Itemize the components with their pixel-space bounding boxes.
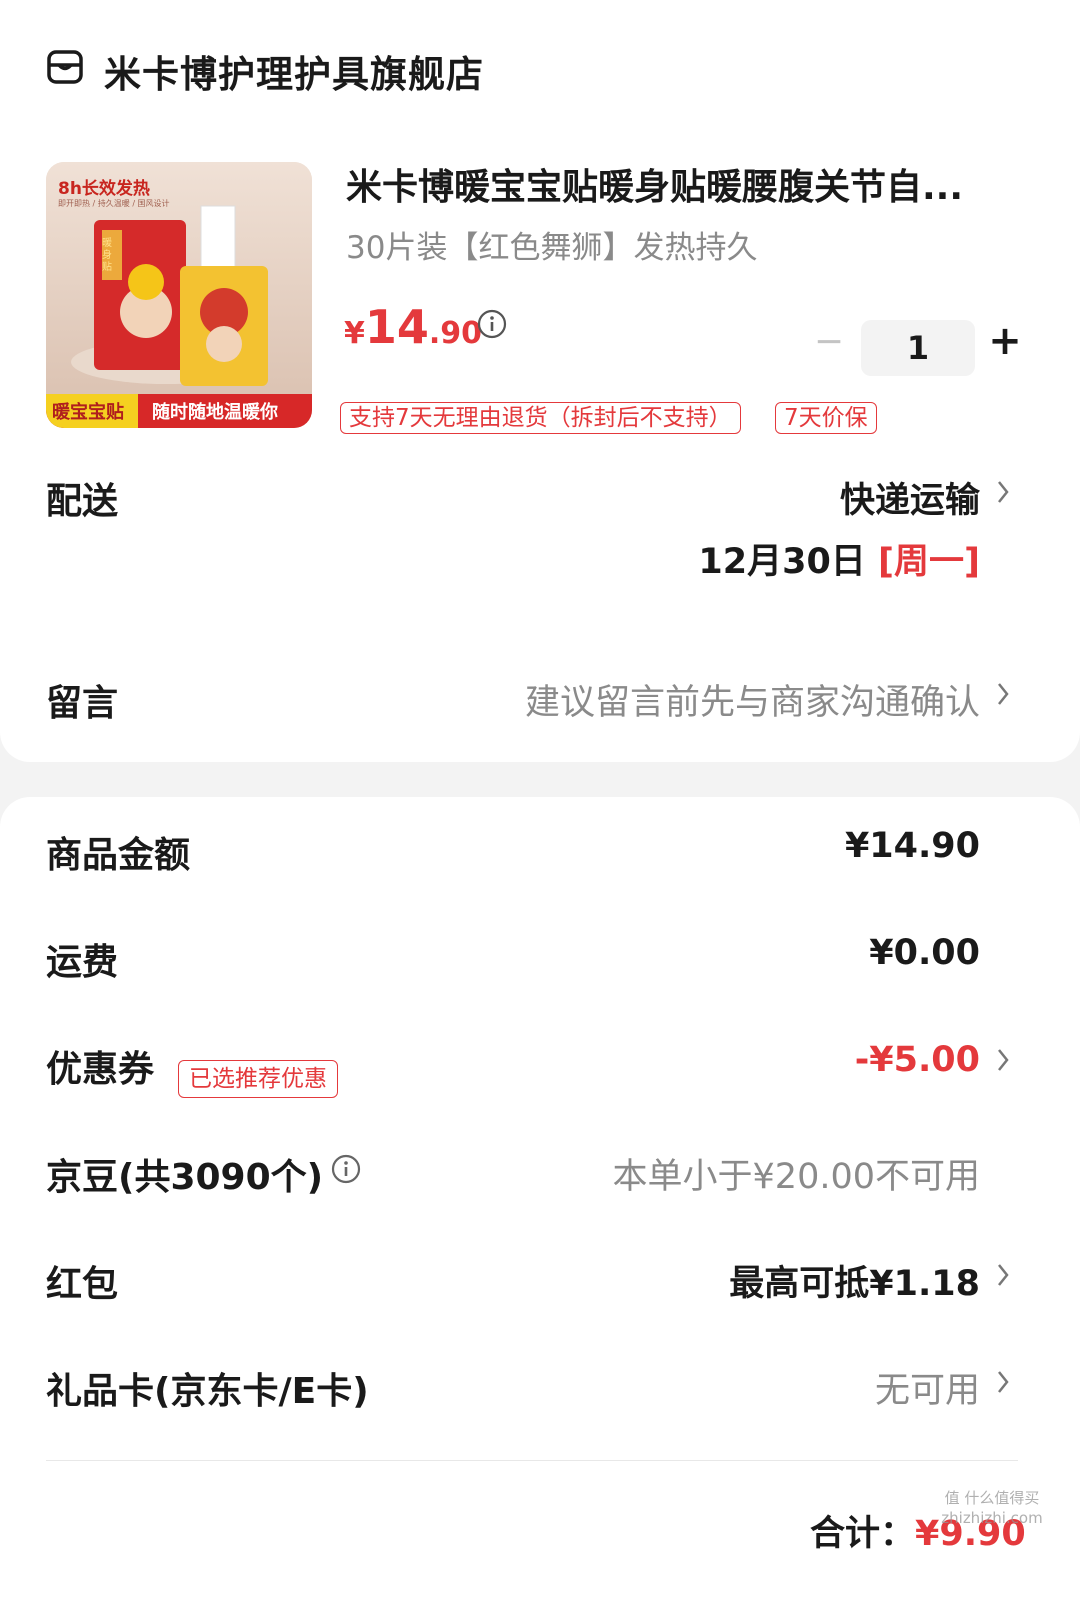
jingdou-info-icon[interactable] [331, 1154, 361, 1184]
shipping-label: 运费 [46, 942, 119, 983]
redpacket-label: 红包 [46, 1264, 119, 1305]
store-name[interactable]: 米卡博护理护具旗舰店 [104, 44, 484, 98]
giftcard-label: 礼品卡(京东卡/E卡) [46, 1371, 369, 1412]
total-label: 合计： [810, 1514, 916, 1554]
divider [46, 1460, 1018, 1461]
chevron-right-icon[interactable] [994, 680, 1012, 708]
chevron-right-icon[interactable] [994, 478, 1012, 506]
image-brand-text: 暖宝宝贴 [52, 402, 124, 423]
jingdou-value: 本单小于¥20.00不可用 [612, 1157, 980, 1197]
coupon-value[interactable]: -¥5.00 [855, 1040, 980, 1080]
product-price: ¥14.90 [344, 300, 482, 354]
message-input[interactable]: 建议留言前先与商家沟通确认 [525, 674, 980, 725]
delivery-date-text: 12月30日 [698, 542, 866, 582]
delivery-method[interactable]: 快递运输 [840, 472, 980, 523]
watermark: 值 什么值得买 zhizhizhi.com [941, 1489, 1043, 1527]
delivery-label: 配送 [46, 481, 119, 522]
product-spec[interactable]: 30片装【红色舞狮】发热持久 [346, 222, 757, 267]
price-info-icon[interactable] [477, 309, 507, 339]
redpacket-value[interactable]: 最高可抵¥1.18 [729, 1255, 980, 1306]
image-subline: 即开即热 / 持久温暖 / 国风设计 [58, 199, 170, 208]
image-headline: 8h长效发热 [58, 179, 150, 199]
jingdou-label: 京豆(共3090个) [46, 1157, 324, 1198]
order-card: 米卡博护理护具旗舰店 8h长效发热 即开即热 / 持久温暖 / 国风设计 暖身贴 [0, 0, 1080, 762]
shipping-value: ¥0.00 [869, 933, 980, 973]
coupon-selected-tag: 已选推荐优惠 [178, 1060, 338, 1098]
quantity-field[interactable]: 1 [861, 320, 975, 376]
return-policy-tag: 支持7天无理由退货（拆封后不支持） [340, 402, 741, 434]
price-decimal: .90 [428, 316, 483, 351]
chevron-right-icon[interactable] [994, 1261, 1012, 1289]
price-protect-tag: 7天价保 [775, 402, 877, 434]
chevron-right-icon[interactable] [994, 1368, 1012, 1396]
message-label: 留言 [46, 683, 119, 724]
delivery-date: 12月30日 [周一] [698, 533, 980, 584]
coupon-label: 优惠券 [46, 1049, 155, 1090]
image-box-text: 暖身贴 [102, 238, 112, 273]
delivery-weekday: [周一] [878, 542, 980, 582]
product-title[interactable]: 米卡博暖宝宝贴暖身贴暖腰腹关节自... [346, 158, 1022, 210]
giftcard-value[interactable]: 无可用 [875, 1362, 980, 1413]
goods-amount-value: ¥14.90 [844, 826, 980, 866]
price-currency: ¥ [344, 316, 365, 351]
quantity-decrease-button[interactable]: − [812, 314, 846, 368]
product-image[interactable]: 8h长效发热 即开即热 / 持久温暖 / 国风设计 暖身贴 暖宝宝贴 随时随地温… [46, 162, 312, 428]
goods-amount-label: 商品金额 [46, 835, 191, 876]
image-slogan: 随时随地温暖你 [152, 402, 278, 423]
quantity-increase-button[interactable]: + [985, 314, 1025, 368]
chevron-right-icon[interactable] [994, 1046, 1012, 1074]
price-integer: 14 [364, 300, 429, 354]
store-icon [47, 50, 83, 84]
